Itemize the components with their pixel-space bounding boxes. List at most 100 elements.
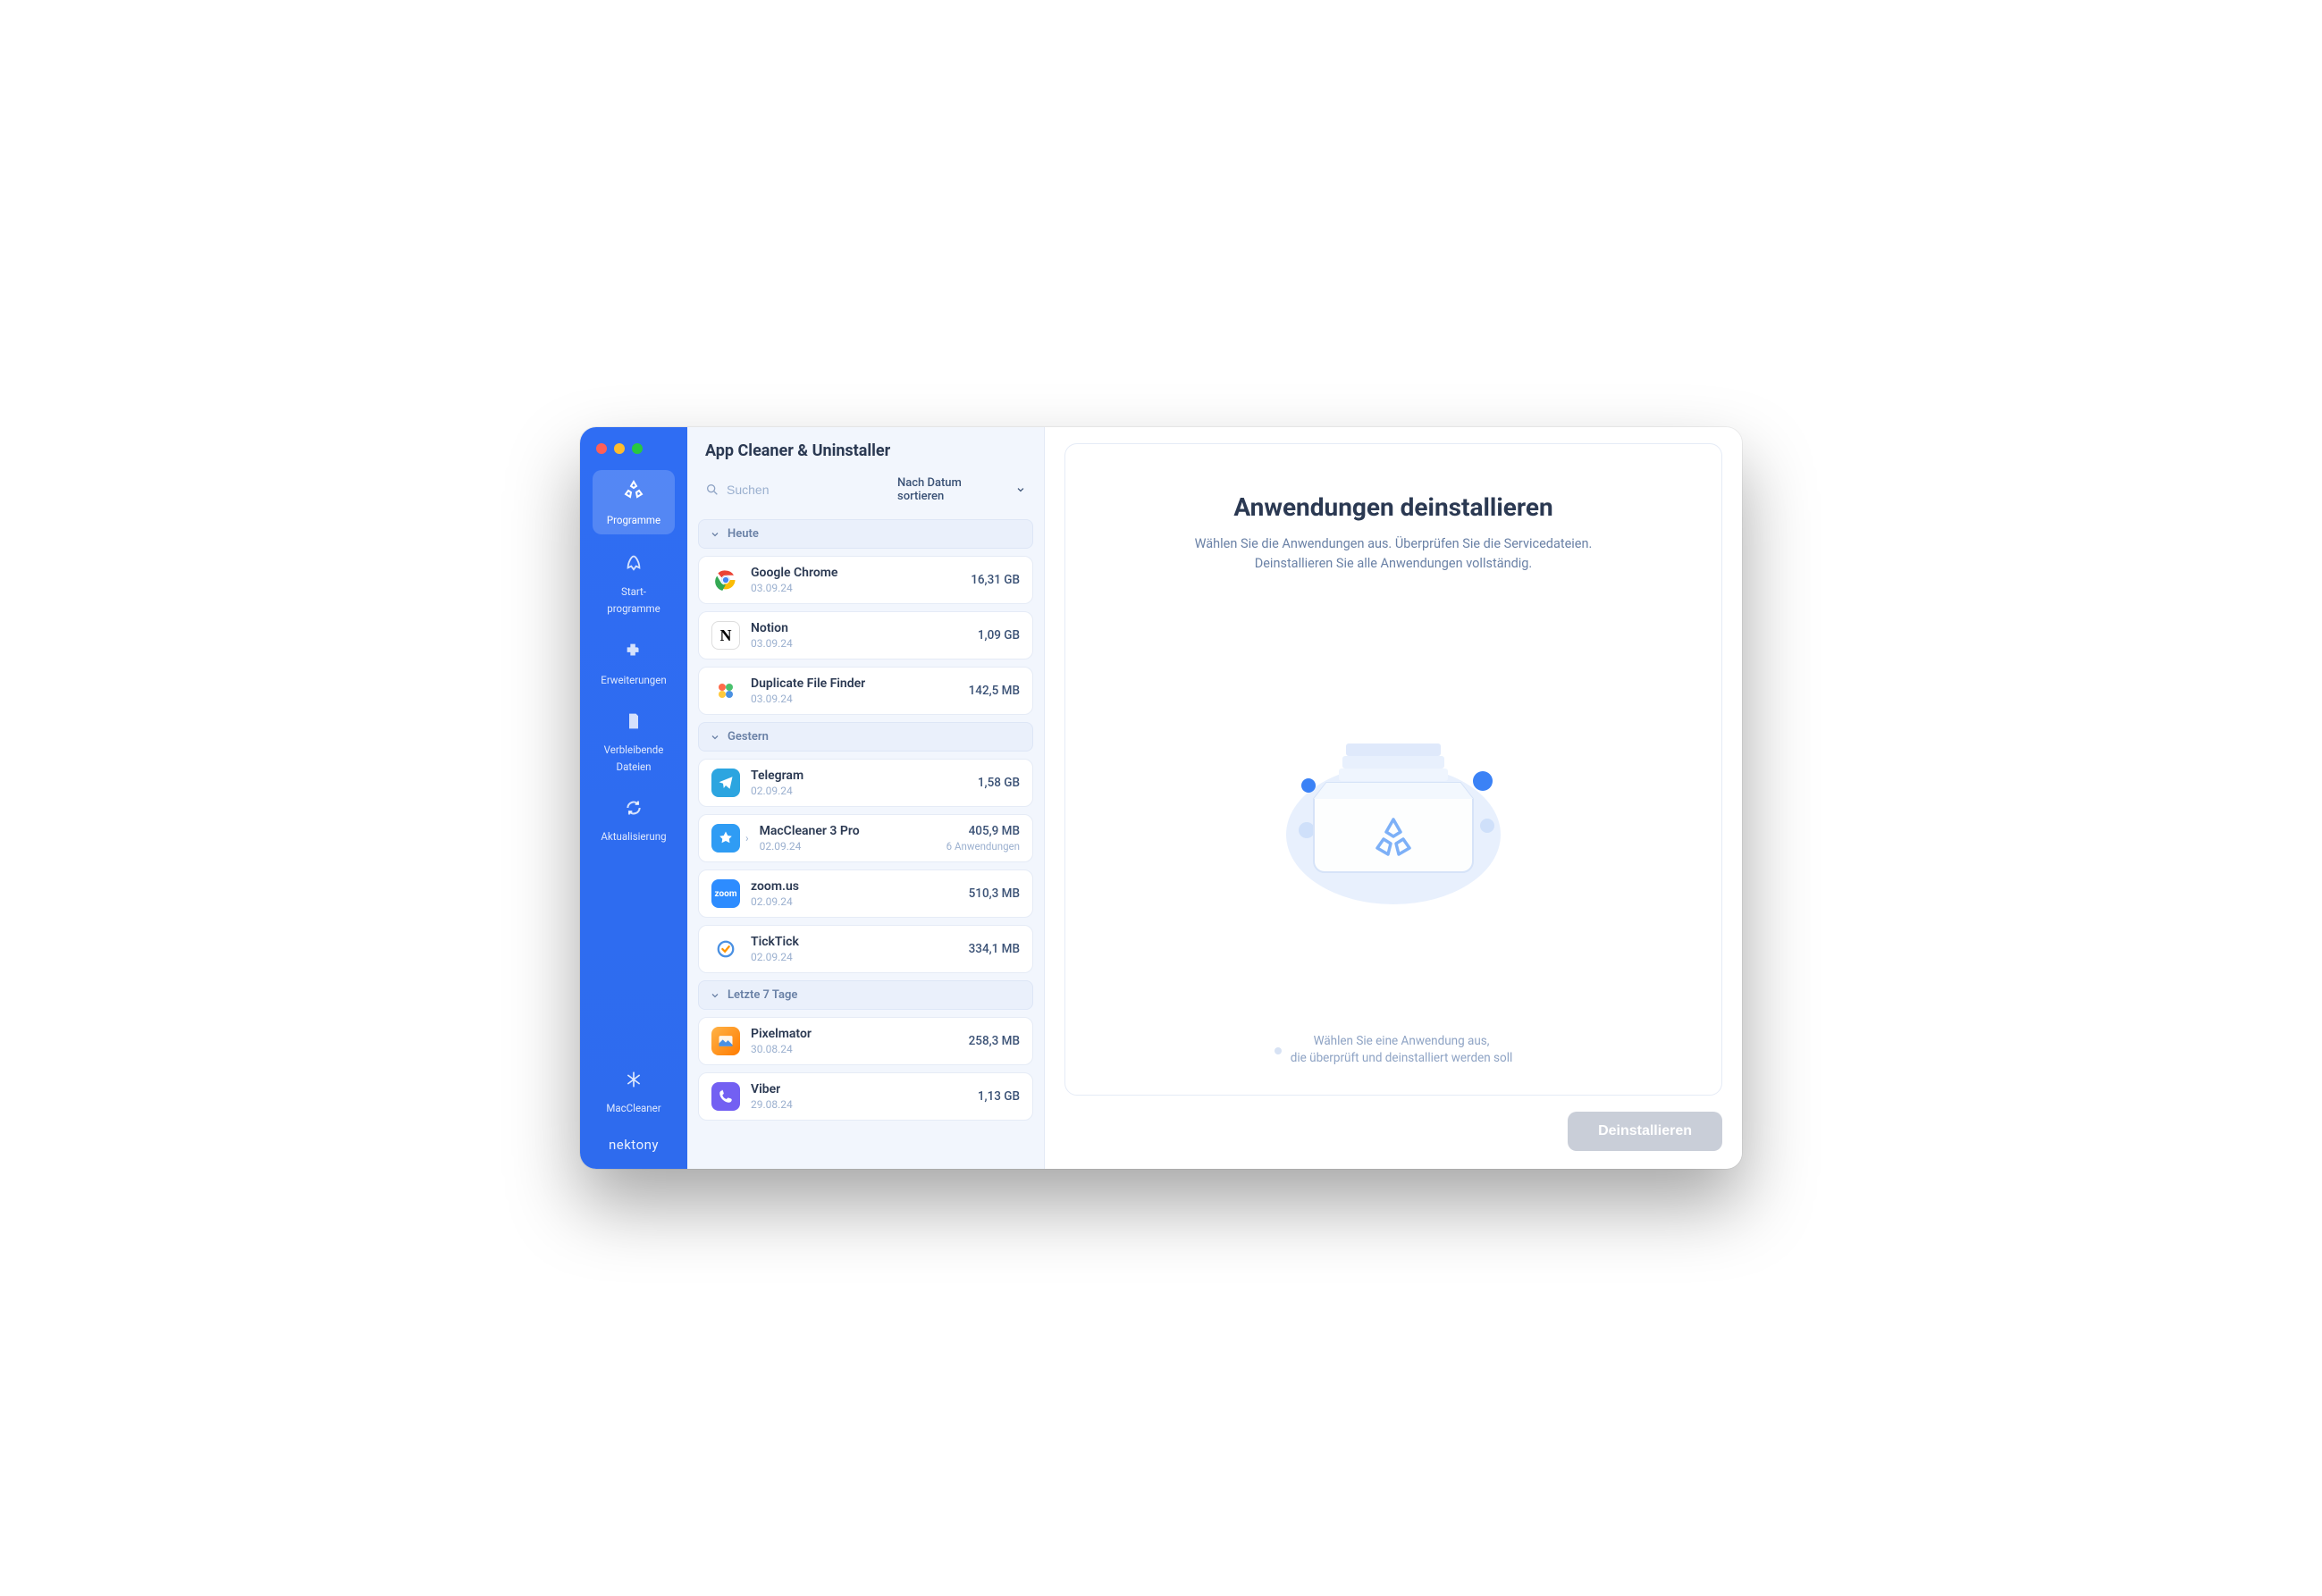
detail-desc-line: Wählen Sie die Anwendungen aus. Überprüf… [1195, 536, 1593, 551]
sidebar-item-update[interactable]: Aktualisierung [593, 790, 675, 851]
group-header[interactable]: Heute [698, 519, 1033, 549]
sidebar-item-extensions[interactable]: Erweiterungen [593, 632, 675, 694]
sort-dropdown[interactable]: Nach Datum sortieren [897, 476, 1026, 503]
sidebar-label: Aktualisierung [601, 830, 666, 843]
group-label: Letzte 7 Tage [728, 988, 797, 1002]
sidebar-label: Verbleibende Dateien [604, 743, 664, 773]
sidebar-label: Start- programme [607, 585, 660, 615]
sidebar-label: MacCleaner [606, 1102, 660, 1114]
app-name: MacCleaner 3 Pro [760, 824, 946, 838]
close-window-button[interactable] [596, 443, 607, 454]
detail-title: Anwendungen deinstallieren [1233, 492, 1552, 522]
app-row[interactable]: Google Chrome03.09.2416,31 GB [698, 556, 1033, 604]
detail-card: Anwendungen deinstallieren Wählen Sie di… [1064, 443, 1722, 1096]
dff-app-icon [711, 676, 740, 705]
app-name: Notion [751, 621, 978, 635]
app-date: 29.08.24 [751, 1098, 978, 1111]
app-row[interactable]: Telegram 02.09.241,58 GB [698, 759, 1033, 807]
empty-state-illustration [1273, 701, 1514, 906]
app-row[interactable]: N Notion 03.09.241,09 GB [698, 611, 1033, 659]
app-size: 510,3 MB [969, 886, 1020, 901]
search-input[interactable] [727, 483, 888, 497]
hint-text: Wählen Sie eine Anwendung aus, die überp… [1275, 1033, 1513, 1068]
sidebar-nav: Programme Start- programme Erweiterungen… [580, 470, 687, 851]
chevron-down-icon [710, 732, 720, 743]
app-row[interactable]: › MacCleaner 3 Pro 02.09.24405,9 MB 6 Anwen… [698, 814, 1033, 862]
puzzle-icon [596, 641, 671, 665]
app-size: 16,31 GB [971, 573, 1020, 587]
app-subcount: 6 Anwendungen [946, 840, 1020, 853]
sort-label: Nach Datum sortieren [897, 476, 1010, 503]
sidebar-item-maccleaner[interactable]: MacCleaner [593, 1062, 675, 1122]
chrome-app-icon [711, 566, 740, 594]
app-size: 334,1 MB [969, 942, 1020, 956]
detail-desc-line: Deinstallieren Sie alle Anwendungen voll… [1255, 556, 1533, 571]
app-size: 1,13 GB [978, 1089, 1020, 1104]
chevron-right-icon[interactable]: › [745, 832, 749, 844]
sidebar-item-programs[interactable]: Programme [593, 470, 675, 534]
app-name: Viber [751, 1082, 978, 1096]
app-title: App Cleaner & Uninstaller [705, 441, 1026, 460]
telegram-app-icon [711, 769, 740, 797]
detail-panel: Anwendungen deinstallieren Wählen Sie di… [1045, 427, 1742, 1169]
sidebar-item-remaining-files[interactable]: Verbleibende Dateien [593, 703, 675, 781]
app-name: zoom.us [751, 879, 969, 894]
app-window: Programme Start- programme Erweiterungen… [580, 427, 1742, 1169]
mac-app-icon [711, 824, 740, 853]
app-name: TickTick [751, 935, 969, 949]
app-size: 142,5 MB [969, 684, 1020, 698]
chevron-down-icon [710, 529, 720, 540]
app-date: 02.09.24 [751, 785, 978, 797]
app-size: 1,09 GB [978, 628, 1020, 643]
notion-app-icon: N [711, 621, 740, 650]
panel-header: App Cleaner & Uninstaller [687, 427, 1044, 467]
app-date: 30.08.24 [751, 1043, 969, 1055]
rocket-icon [596, 552, 671, 576]
snowflake-icon [596, 1071, 671, 1093]
viber-app-icon [711, 1082, 740, 1111]
detail-description: Wählen Sie die Anwendungen aus. Überprüf… [1195, 534, 1593, 575]
app-row[interactable]: TickTick 02.09.24334,1 MB [698, 925, 1033, 973]
app-date: 02.09.24 [760, 840, 946, 853]
app-row[interactable]: Pixelmator 30.08.24258,3 MB [698, 1017, 1033, 1065]
hint-line: die überprüft und deinstalliert werden s… [1291, 1051, 1513, 1065]
chevron-down-icon [1015, 484, 1026, 495]
search-icon [705, 483, 719, 497]
minimize-window-button[interactable] [614, 443, 625, 454]
hint-line: Wählen Sie eine Anwendung aus, [1314, 1034, 1490, 1048]
app-row[interactable]: zoom zoom.us02.09.24510,3 MB [698, 869, 1033, 918]
chevron-down-icon [710, 990, 720, 1001]
app-list-scroll[interactable]: Heute Google Chrome03.09.2416,31 GB N Notio… [687, 514, 1044, 1169]
app-date: 02.09.24 [751, 895, 969, 908]
app-date: 03.09.24 [751, 582, 971, 594]
app-name: Telegram [751, 769, 978, 783]
zoom-app-icon: zoom [711, 879, 740, 908]
app-size: 1,58 GB [978, 776, 1020, 790]
maximize-window-button[interactable] [632, 443, 643, 454]
apps-icon [596, 479, 671, 505]
group-label: Heute [728, 527, 759, 541]
sidebar: Programme Start- programme Erweiterungen… [580, 427, 687, 1169]
sidebar-label: Erweiterungen [601, 674, 666, 686]
sidebar-label: Programme [607, 514, 660, 526]
app-row[interactable]: Duplicate File Finder03.09.24142,5 MB [698, 667, 1033, 715]
app-row[interactable]: Viber 29.08.241,13 GB [698, 1072, 1033, 1121]
uninstall-button[interactable]: Deinstallieren [1568, 1112, 1722, 1151]
group-header[interactable]: Gestern [698, 722, 1033, 752]
search-field[interactable] [705, 483, 888, 497]
app-size: 258,3 MB [969, 1034, 1020, 1048]
app-size: 405,9 MB [946, 824, 1020, 838]
refresh-icon [596, 799, 671, 821]
group-header[interactable]: Letzte 7 Tage [698, 980, 1033, 1010]
app-date: 03.09.24 [751, 693, 969, 705]
app-name: Pixelmator [751, 1027, 969, 1041]
app-list-panel: App Cleaner & Uninstaller Nach Datum sor… [687, 427, 1045, 1169]
bullet-icon [1275, 1047, 1282, 1054]
app-date: 02.09.24 [751, 951, 969, 963]
sidebar-item-startup[interactable]: Start- programme [593, 543, 675, 623]
file-icon [596, 712, 671, 735]
group-label: Gestern [728, 730, 769, 743]
app-date: 03.09.24 [751, 637, 978, 650]
window-controls [580, 443, 687, 470]
tick-app-icon [711, 935, 740, 963]
